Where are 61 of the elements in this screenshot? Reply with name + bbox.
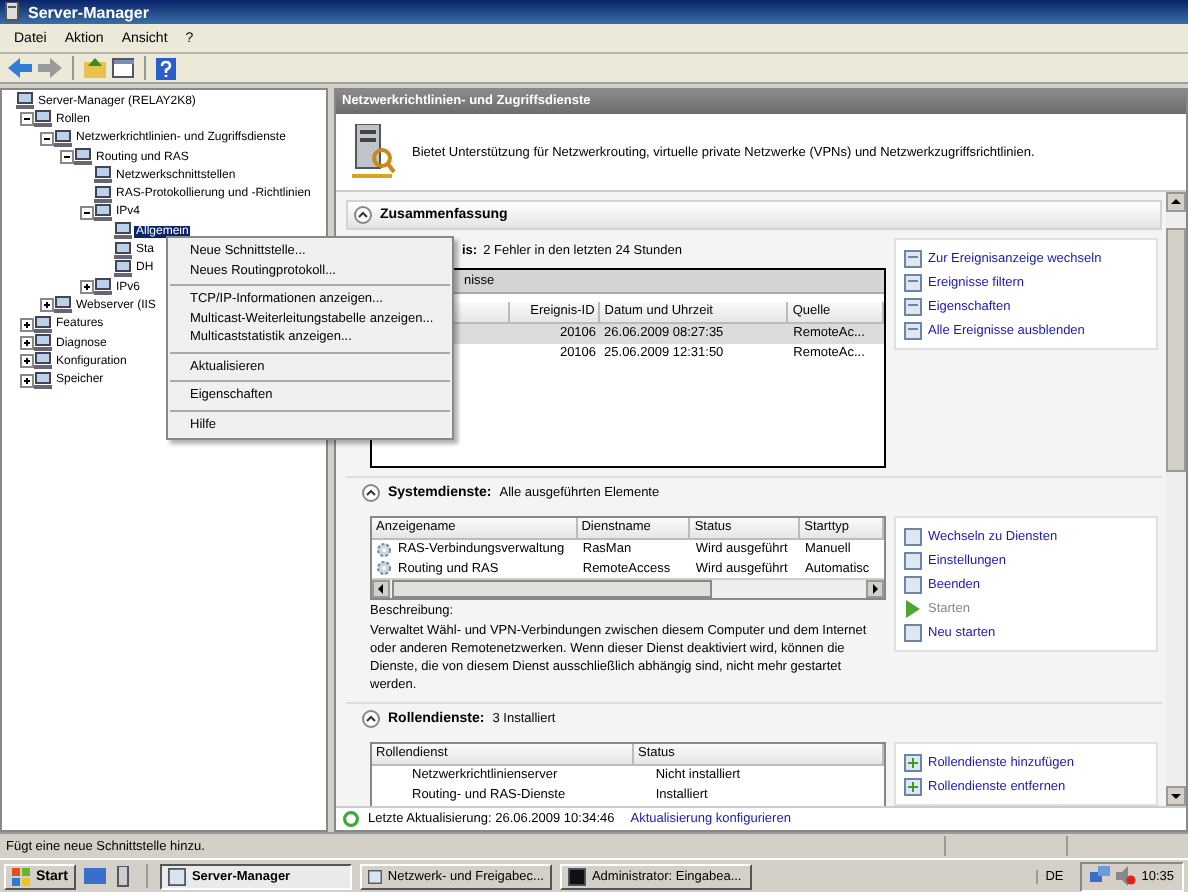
scrollbar-thumb[interactable] xyxy=(1166,228,1186,472)
collapse-icon[interactable] xyxy=(354,206,372,224)
computer-icon xyxy=(16,92,34,111)
expander-icon[interactable] xyxy=(20,373,34,388)
server-icon xyxy=(4,2,22,22)
collapse-icon[interactable] xyxy=(362,710,380,728)
arrow-right-icon[interactable] xyxy=(866,580,884,598)
computer-icon xyxy=(34,110,52,129)
computer-icon xyxy=(34,371,52,390)
vertical-scrollbar[interactable] xyxy=(1166,192,1186,806)
computer-icon xyxy=(94,278,112,297)
window-icon xyxy=(367,867,382,885)
scrollbar-thumb[interactable] xyxy=(392,580,712,598)
computer-icon xyxy=(34,352,52,371)
window-title: Server-Manager xyxy=(28,3,149,21)
collapse-icon[interactable] xyxy=(362,484,380,502)
computer-icon xyxy=(114,259,132,278)
server-icon xyxy=(352,124,396,180)
computer-icon xyxy=(54,129,72,148)
horizontal-scrollbar[interactable] xyxy=(372,578,884,598)
expander-icon[interactable] xyxy=(40,298,54,313)
expander-icon[interactable] xyxy=(80,205,94,220)
document-icon xyxy=(904,297,922,315)
expander-icon[interactable] xyxy=(40,131,54,146)
document-icon xyxy=(904,249,922,267)
document-icon xyxy=(904,321,922,339)
back-icon[interactable] xyxy=(8,58,32,78)
add-icon xyxy=(904,777,922,795)
computer-icon xyxy=(114,222,132,241)
expander-icon[interactable] xyxy=(20,317,34,332)
arrow-down-icon[interactable] xyxy=(1166,786,1186,806)
window-icon xyxy=(167,867,186,885)
computer-icon xyxy=(94,185,112,204)
squares-icon xyxy=(12,867,30,885)
computer-icon xyxy=(54,296,72,315)
speaker-icon[interactable] xyxy=(1115,866,1136,886)
expander-icon[interactable] xyxy=(80,280,94,295)
arrow-up-icon[interactable] xyxy=(1166,192,1186,212)
expander-icon[interactable] xyxy=(20,112,34,127)
document-icon xyxy=(904,623,922,641)
add-icon xyxy=(904,753,922,771)
expander-icon[interactable] xyxy=(20,336,34,350)
computer-icon xyxy=(34,315,52,334)
desktop-icon[interactable] xyxy=(83,866,106,886)
computer-icon xyxy=(34,334,52,352)
document-icon xyxy=(904,273,922,291)
pane-icon[interactable] xyxy=(112,58,134,78)
folder-up-icon[interactable] xyxy=(84,58,106,78)
help-icon[interactable] xyxy=(156,57,176,79)
server-icon[interactable] xyxy=(113,865,134,887)
computer-icon xyxy=(94,166,112,185)
window-icon xyxy=(567,867,586,885)
network-icon[interactable] xyxy=(1089,866,1110,886)
computer-icon xyxy=(114,241,132,260)
refresh-icon[interactable] xyxy=(342,810,360,828)
expander-icon[interactable] xyxy=(60,150,74,165)
expander-icon[interactable] xyxy=(20,354,34,369)
computer-icon xyxy=(94,203,112,222)
computer-icon xyxy=(74,148,92,167)
arrow-left-icon[interactable] xyxy=(372,580,390,598)
play-icon xyxy=(904,599,922,617)
